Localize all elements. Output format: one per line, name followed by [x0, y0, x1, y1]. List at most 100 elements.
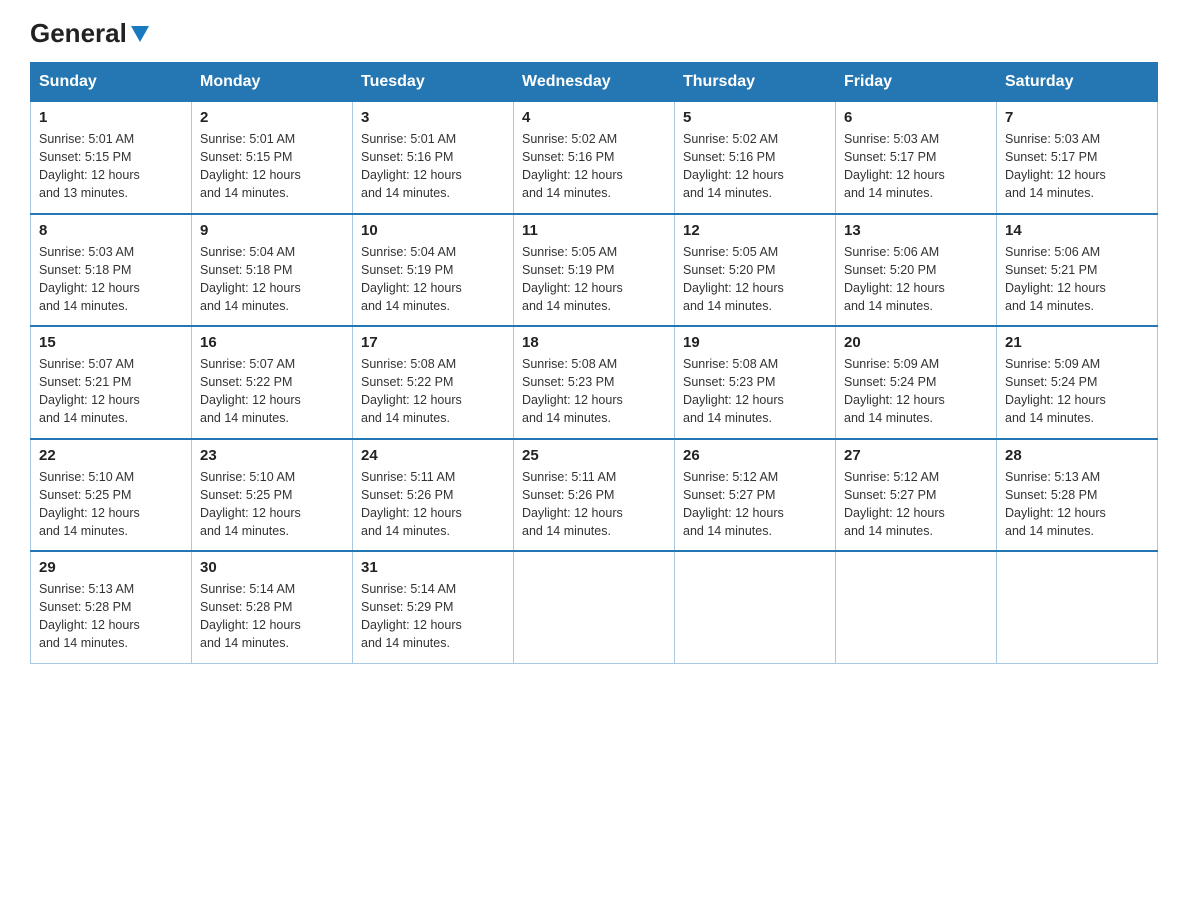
calendar-cell: 30 Sunrise: 5:14 AMSunset: 5:28 PMDayligh… [192, 551, 353, 663]
calendar-cell: 15 Sunrise: 5:07 AMSunset: 5:21 PMDayligh… [31, 326, 192, 439]
day-number: 8 [39, 222, 183, 239]
day-number: 29 [39, 559, 183, 576]
day-number: 2 [200, 109, 344, 126]
day-number: 10 [361, 222, 505, 239]
day-number: 24 [361, 447, 505, 464]
page-header: General [30, 20, 1158, 44]
calendar-cell: 1Sunrise: 5:01 AMSunset: 5:15 PMDaylight… [31, 102, 192, 214]
calendar-cell: 19 Sunrise: 5:08 AMSunset: 5:23 PMDayligh… [675, 326, 836, 439]
calendar-cell: 12 Sunrise: 5:05 AMSunset: 5:20 PMDayligh… [675, 214, 836, 327]
day-info: Sunrise: 5:05 AMSunset: 5:19 PMDaylight:… [522, 243, 666, 316]
calendar-cell: 7Sunrise: 5:03 AMSunset: 5:17 PMDaylight… [997, 102, 1158, 214]
day-number: 14 [1005, 222, 1149, 239]
day-info: Sunrise: 5:13 AMSunset: 5:28 PMDaylight:… [1005, 468, 1149, 541]
calendar-cell: 31Sunrise: 5:14 AMSunset: 5:29 PMDayligh… [353, 551, 514, 663]
day-info: Sunrise: 5:08 AMSunset: 5:23 PMDaylight:… [683, 355, 827, 428]
calendar-cell: 4 Sunrise: 5:02 AMSunset: 5:16 PMDaylight… [514, 102, 675, 214]
day-info: Sunrise: 5:06 AMSunset: 5:21 PMDaylight:… [1005, 243, 1149, 316]
day-info: Sunrise: 5:11 AMSunset: 5:26 PMDaylight:… [361, 468, 505, 541]
day-info: Sunrise: 5:09 AMSunset: 5:24 PMDaylight:… [844, 355, 988, 428]
weekday-header-row: SundayMondayTuesdayWednesdayThursdayFrid… [31, 63, 1158, 102]
day-info: Sunrise: 5:05 AMSunset: 5:20 PMDaylight:… [683, 243, 827, 316]
day-number: 11 [522, 222, 666, 239]
day-info: Sunrise: 5:03 AMSunset: 5:18 PMDaylight:… [39, 243, 183, 316]
calendar-cell: 5Sunrise: 5:02 AMSunset: 5:16 PMDaylight… [675, 102, 836, 214]
day-number: 4 [522, 109, 666, 126]
day-number: 21 [1005, 334, 1149, 351]
calendar-cell: 16Sunrise: 5:07 AMSunset: 5:22 PMDayligh… [192, 326, 353, 439]
logo-general: General [30, 20, 127, 46]
day-number: 25 [522, 447, 666, 464]
calendar-week-row: 29 Sunrise: 5:13 AMSunset: 5:28 PMDayligh… [31, 551, 1158, 663]
day-info: Sunrise: 5:01 AMSunset: 5:15 PMDaylight:… [39, 130, 183, 203]
calendar-week-row: 1Sunrise: 5:01 AMSunset: 5:15 PMDaylight… [31, 102, 1158, 214]
day-info: Sunrise: 5:07 AMSunset: 5:21 PMDaylight:… [39, 355, 183, 428]
day-info: Sunrise: 5:08 AMSunset: 5:22 PMDaylight:… [361, 355, 505, 428]
calendar-cell: 23 Sunrise: 5:10 AMSunset: 5:25 PMDayligh… [192, 439, 353, 552]
day-info: Sunrise: 5:07 AMSunset: 5:22 PMDaylight:… [200, 355, 344, 428]
day-info: Sunrise: 5:13 AMSunset: 5:28 PMDaylight:… [39, 580, 183, 653]
day-number: 9 [200, 222, 344, 239]
day-number: 20 [844, 334, 988, 351]
day-number: 19 [683, 334, 827, 351]
day-info: Sunrise: 5:12 AMSunset: 5:27 PMDaylight:… [844, 468, 988, 541]
day-number: 23 [200, 447, 344, 464]
calendar-cell [514, 551, 675, 663]
day-number: 27 [844, 447, 988, 464]
calendar-cell: 10 Sunrise: 5:04 AMSunset: 5:19 PMDayligh… [353, 214, 514, 327]
day-info: Sunrise: 5:09 AMSunset: 5:24 PMDaylight:… [1005, 355, 1149, 428]
day-number: 15 [39, 334, 183, 351]
day-info: Sunrise: 5:02 AMSunset: 5:16 PMDaylight:… [522, 130, 666, 203]
calendar-cell: 14 Sunrise: 5:06 AMSunset: 5:21 PMDayligh… [997, 214, 1158, 327]
calendar-cell: 3Sunrise: 5:01 AMSunset: 5:16 PMDaylight… [353, 102, 514, 214]
calendar-cell: 8 Sunrise: 5:03 AMSunset: 5:18 PMDaylight… [31, 214, 192, 327]
calendar-cell: 25 Sunrise: 5:11 AMSunset: 5:26 PMDayligh… [514, 439, 675, 552]
day-info: Sunrise: 5:11 AMSunset: 5:26 PMDaylight:… [522, 468, 666, 541]
calendar-week-row: 15 Sunrise: 5:07 AMSunset: 5:21 PMDayligh… [31, 326, 1158, 439]
day-info: Sunrise: 5:06 AMSunset: 5:20 PMDaylight:… [844, 243, 988, 316]
day-number: 28 [1005, 447, 1149, 464]
day-number: 18 [522, 334, 666, 351]
day-info: Sunrise: 5:04 AMSunset: 5:18 PMDaylight:… [200, 243, 344, 316]
logo-triangle-icon [129, 22, 151, 44]
day-info: Sunrise: 5:10 AMSunset: 5:25 PMDaylight:… [200, 468, 344, 541]
weekday-header-wednesday: Wednesday [514, 63, 675, 102]
calendar-week-row: 8 Sunrise: 5:03 AMSunset: 5:18 PMDaylight… [31, 214, 1158, 327]
calendar-cell [836, 551, 997, 663]
day-number: 30 [200, 559, 344, 576]
weekday-header-saturday: Saturday [997, 63, 1158, 102]
calendar-table: SundayMondayTuesdayWednesdayThursdayFrid… [30, 62, 1158, 664]
calendar-cell: 6Sunrise: 5:03 AMSunset: 5:17 PMDaylight… [836, 102, 997, 214]
day-number: 7 [1005, 109, 1149, 126]
day-number: 12 [683, 222, 827, 239]
weekday-header-monday: Monday [192, 63, 353, 102]
weekday-header-sunday: Sunday [31, 63, 192, 102]
day-info: Sunrise: 5:12 AMSunset: 5:27 PMDaylight:… [683, 468, 827, 541]
day-info: Sunrise: 5:04 AMSunset: 5:19 PMDaylight:… [361, 243, 505, 316]
calendar-cell: 22 Sunrise: 5:10 AMSunset: 5:25 PMDayligh… [31, 439, 192, 552]
weekday-header-tuesday: Tuesday [353, 63, 514, 102]
weekday-header-friday: Friday [836, 63, 997, 102]
calendar-cell [675, 551, 836, 663]
day-number: 13 [844, 222, 988, 239]
day-info: Sunrise: 5:14 AMSunset: 5:28 PMDaylight:… [200, 580, 344, 653]
calendar-cell: 26Sunrise: 5:12 AMSunset: 5:27 PMDayligh… [675, 439, 836, 552]
calendar-cell: 27 Sunrise: 5:12 AMSunset: 5:27 PMDayligh… [836, 439, 997, 552]
calendar-cell: 9 Sunrise: 5:04 AMSunset: 5:18 PMDaylight… [192, 214, 353, 327]
day-info: Sunrise: 5:02 AMSunset: 5:16 PMDaylight:… [683, 130, 827, 203]
calendar-cell: 21 Sunrise: 5:09 AMSunset: 5:24 PMDayligh… [997, 326, 1158, 439]
calendar-cell: 24 Sunrise: 5:11 AMSunset: 5:26 PMDayligh… [353, 439, 514, 552]
calendar-cell: 28 Sunrise: 5:13 AMSunset: 5:28 PMDayligh… [997, 439, 1158, 552]
logo: General [30, 20, 151, 44]
calendar-cell: 18 Sunrise: 5:08 AMSunset: 5:23 PMDayligh… [514, 326, 675, 439]
day-info: Sunrise: 5:03 AMSunset: 5:17 PMDaylight:… [844, 130, 988, 203]
calendar-cell: 13 Sunrise: 5:06 AMSunset: 5:20 PMDayligh… [836, 214, 997, 327]
day-info: Sunrise: 5:10 AMSunset: 5:25 PMDaylight:… [39, 468, 183, 541]
day-number: 22 [39, 447, 183, 464]
calendar-cell: 17 Sunrise: 5:08 AMSunset: 5:22 PMDayligh… [353, 326, 514, 439]
calendar-cell: 20 Sunrise: 5:09 AMSunset: 5:24 PMDayligh… [836, 326, 997, 439]
weekday-header-thursday: Thursday [675, 63, 836, 102]
day-number: 17 [361, 334, 505, 351]
day-info: Sunrise: 5:01 AMSunset: 5:16 PMDaylight:… [361, 130, 505, 203]
day-info: Sunrise: 5:08 AMSunset: 5:23 PMDaylight:… [522, 355, 666, 428]
